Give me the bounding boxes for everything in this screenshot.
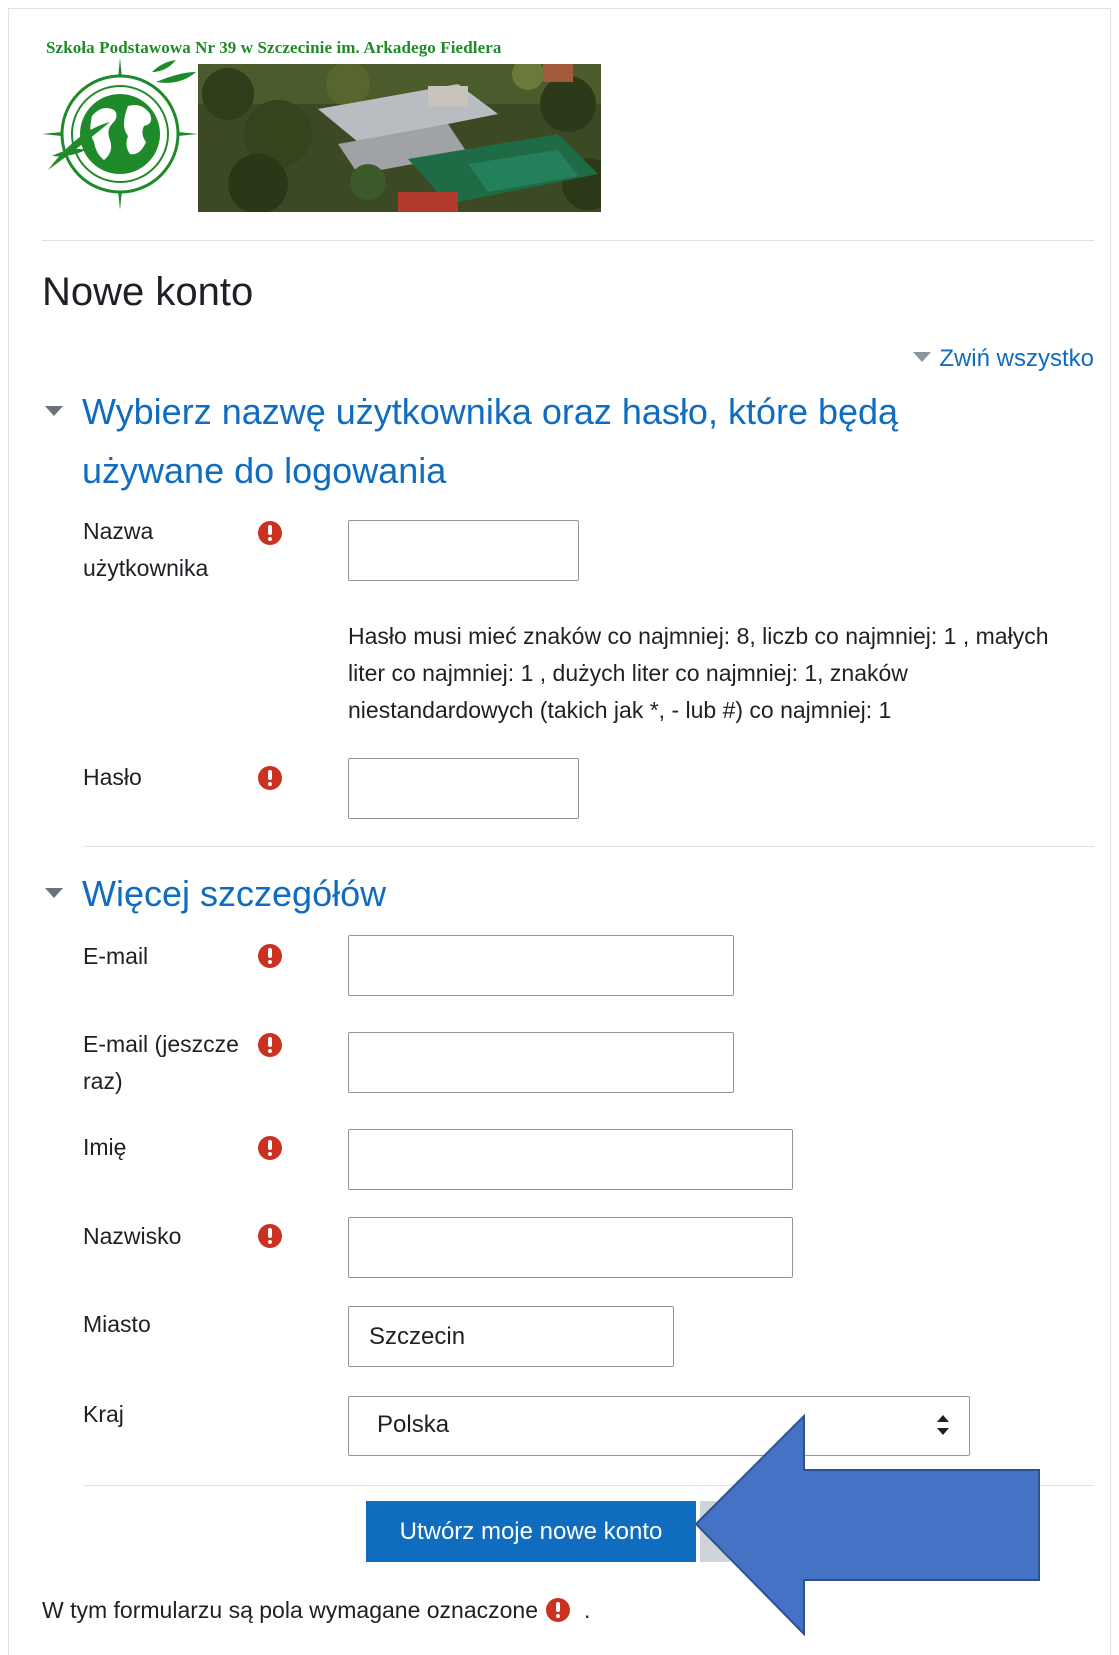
- school-name: Szkoła Podstawowa Nr 39 w Szczecinie im.…: [46, 38, 502, 57]
- section-divider: [83, 846, 1094, 847]
- email-label: E-mail: [83, 943, 149, 969]
- required-icon: [258, 521, 282, 545]
- collapse-all-label: Zwiń wszystko: [939, 345, 1094, 372]
- page-title: Nowe konto: [42, 270, 254, 314]
- required-icon: [546, 1598, 570, 1622]
- school-aerial-photo: [198, 64, 601, 212]
- section-toggle-caret-icon[interactable]: [45, 888, 63, 898]
- section-account-title[interactable]: Wybierz nazwę użytkownika oraz hasło, kt…: [82, 382, 1002, 500]
- city-label: Miasto: [83, 1311, 151, 1337]
- firstname-label: Imię: [83, 1134, 127, 1160]
- password-policy-help: Hasło musi mieć znaków co najmniej: 8, l…: [348, 623, 1049, 723]
- email-input[interactable]: [348, 935, 734, 996]
- password-label: Hasło: [83, 764, 142, 790]
- password-input[interactable]: [348, 758, 579, 819]
- required-note-text: W tym formularzu są pola wymagane oznacz…: [42, 1597, 538, 1623]
- left-arrow-icon: [694, 1414, 1040, 1636]
- required-icon: [258, 1136, 282, 1160]
- create-account-button[interactable]: Utwórz moje nowe konto: [366, 1501, 696, 1562]
- firstname-input[interactable]: [348, 1129, 793, 1190]
- collapse-all-link[interactable]: Zwiń wszystko: [913, 345, 1094, 373]
- required-icon: [258, 944, 282, 968]
- username-input[interactable]: [348, 520, 579, 581]
- section-details-title[interactable]: Więcej szczegółów: [82, 864, 1002, 923]
- required-icon: [258, 766, 282, 790]
- required-fields-note: W tym formularzu są pola wymagane oznacz…: [42, 1597, 590, 1624]
- required-icon: [258, 1224, 282, 1248]
- username-label: Nazwa użytkownika: [83, 518, 209, 581]
- lastname-input[interactable]: [348, 1217, 793, 1278]
- required-note-end: .: [584, 1597, 591, 1623]
- email-again-input[interactable]: [348, 1032, 734, 1093]
- section-toggle-caret-icon[interactable]: [45, 406, 63, 416]
- country-label: Kraj: [83, 1401, 124, 1427]
- header-divider: [42, 240, 1094, 241]
- city-input[interactable]: [348, 1306, 674, 1367]
- email-again-label: E-mail (jeszcze raz): [83, 1031, 239, 1094]
- school-emblem-icon: [42, 58, 198, 210]
- lastname-label: Nazwisko: [83, 1223, 182, 1249]
- country-select-value: Polska: [377, 1411, 450, 1438]
- required-icon: [258, 1033, 282, 1057]
- caret-down-icon: [913, 352, 932, 362]
